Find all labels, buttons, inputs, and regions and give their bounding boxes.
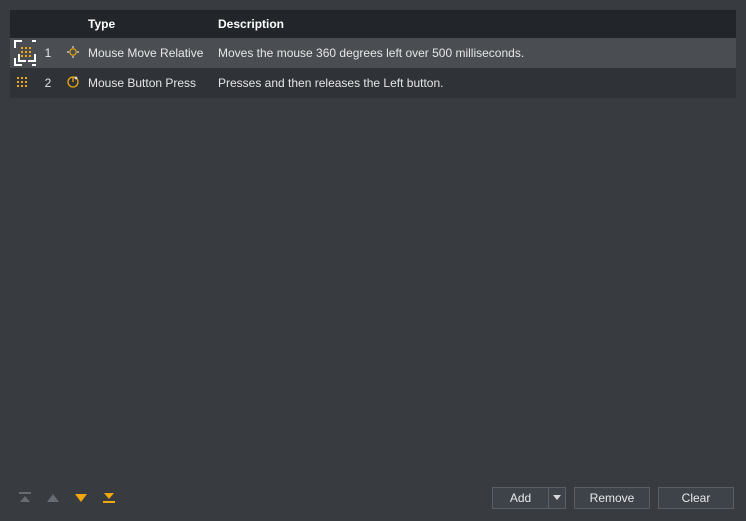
row-type: Mouse Move Relative <box>82 38 212 68</box>
row-index: 1 <box>36 38 60 68</box>
caret-down-icon <box>553 495 561 501</box>
header-handle[interactable] <box>10 10 36 38</box>
row-description: Presses and then releases the Left butto… <box>212 68 736 98</box>
mouse-press-icon <box>66 75 80 89</box>
move-top-button[interactable] <box>14 488 36 508</box>
row-index: 2 <box>36 68 60 98</box>
table-header-row: Type Description <box>10 10 736 38</box>
chevron-down-icon <box>73 491 89 505</box>
row-description: Moves the mouse 360 degrees left over 50… <box>212 38 736 68</box>
action-table-container: Type Description <box>0 0 746 98</box>
remove-button[interactable]: Remove <box>574 487 650 509</box>
header-type[interactable]: Type <box>82 10 212 38</box>
header-description[interactable]: Description <box>212 10 736 38</box>
row-icon-cell <box>60 68 82 98</box>
add-button[interactable]: Add <box>492 487 548 509</box>
row-type: Mouse Button Press <box>82 68 212 98</box>
drag-grip-icon[interactable] <box>16 76 30 90</box>
drag-grip-icon[interactable] <box>20 46 34 60</box>
right-button-group: Add Remove Clear <box>492 487 734 509</box>
chevron-bottom-icon <box>101 491 117 505</box>
action-table: Type Description <box>10 10 736 98</box>
add-split-button: Add <box>492 487 566 509</box>
mouse-move-icon <box>66 45 80 59</box>
empty-space <box>0 98 746 479</box>
table-row[interactable]: 2 Mouse Button Press Presses and then re… <box>10 68 736 98</box>
row-handle-cell[interactable] <box>10 68 36 98</box>
header-icon[interactable] <box>60 10 82 38</box>
row-icon-cell <box>60 38 82 68</box>
add-dropdown-button[interactable] <box>548 487 566 509</box>
move-bottom-button[interactable] <box>98 488 120 508</box>
chevron-up-icon <box>45 491 61 505</box>
chevron-top-icon <box>17 491 33 505</box>
move-up-button[interactable] <box>42 488 64 508</box>
clear-button[interactable]: Clear <box>658 487 734 509</box>
header-index[interactable] <box>36 10 60 38</box>
bottom-toolbar: Add Remove Clear <box>0 479 746 521</box>
table-row[interactable]: 1 Mouse Move Relative Moves the mouse 36… <box>10 38 736 68</box>
selection-marker-icon <box>16 42 36 64</box>
move-down-button[interactable] <box>70 488 92 508</box>
row-handle-cell[interactable] <box>10 38 36 68</box>
